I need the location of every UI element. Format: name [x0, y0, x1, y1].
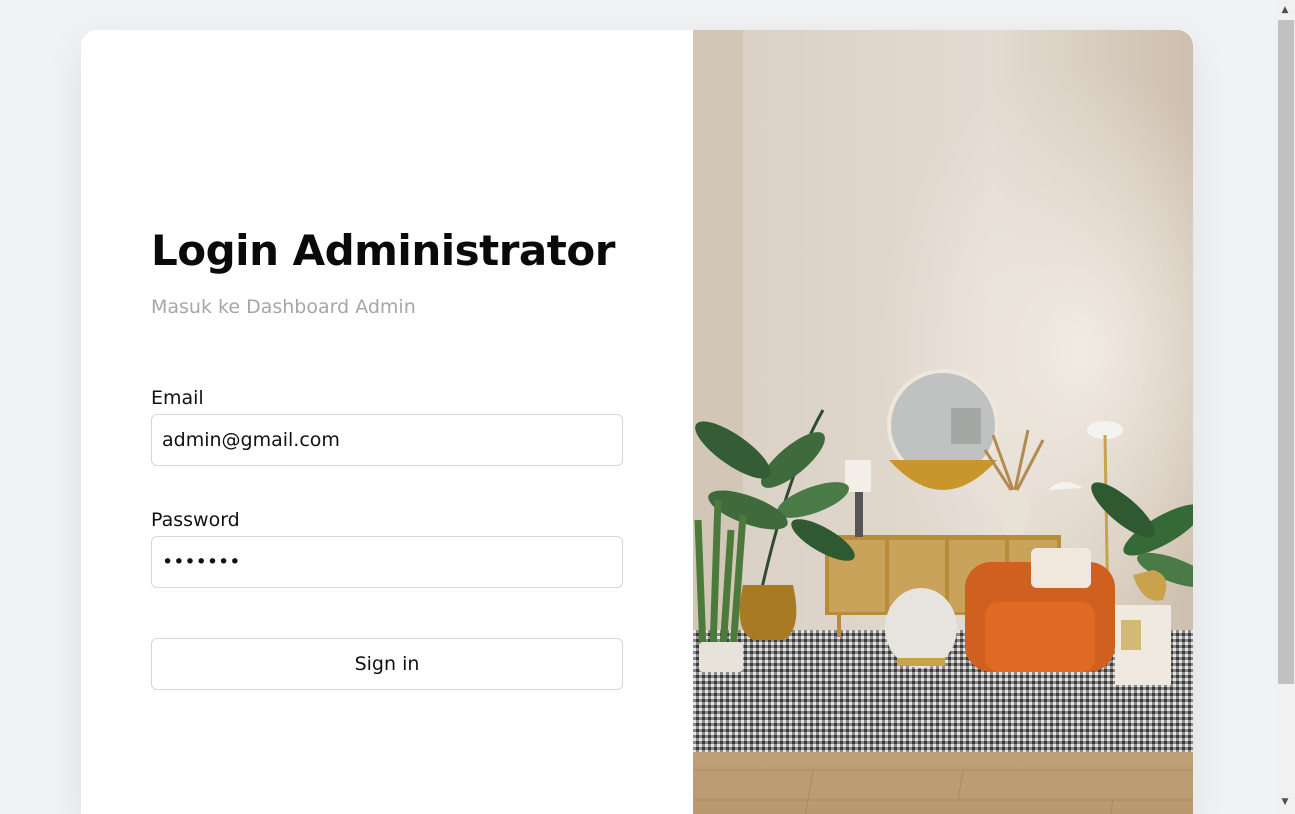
password-field[interactable]: [151, 536, 623, 588]
sign-in-button[interactable]: Sign in: [151, 638, 623, 690]
scroll-up-arrow-icon[interactable]: ▲: [1275, 2, 1295, 18]
scrollbar-thumb[interactable]: [1278, 20, 1294, 684]
page-subtitle: Masuk ke Dashboard Admin: [151, 296, 416, 318]
password-label: Password: [151, 509, 240, 531]
login-form-panel: Login Administrator Masuk ke Dashboard A…: [81, 30, 693, 814]
login-card: Login Administrator Masuk ke Dashboard A…: [81, 30, 1193, 814]
living-room-illustration: [693, 30, 1193, 814]
email-label: Email: [151, 387, 204, 409]
page-title: Login Administrator: [151, 226, 615, 275]
hero-image: [693, 30, 1193, 814]
page-scrollbar[interactable]: ▲ ▼: [1275, 0, 1295, 814]
scroll-down-arrow-icon[interactable]: ▼: [1275, 794, 1295, 810]
login-page: Login Administrator Masuk ke Dashboard A…: [0, 0, 1295, 814]
email-field[interactable]: [151, 414, 623, 466]
